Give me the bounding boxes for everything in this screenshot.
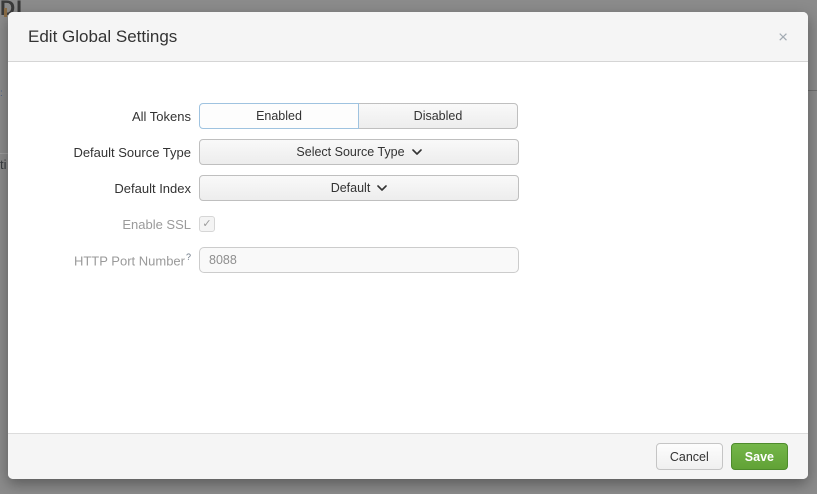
enable-ssl-label: Enable SSL (8, 217, 199, 232)
all-tokens-enabled-button[interactable]: Enabled (199, 103, 359, 129)
default-index-value: Default (331, 181, 371, 195)
chevron-down-icon (377, 185, 387, 191)
enable-ssl-checkbox: ✓ (199, 216, 215, 232)
modal-title: Edit Global Settings (28, 27, 177, 47)
modal-body: All Tokens Enabled Disabled Default Sour… (8, 62, 808, 273)
save-button[interactable]: Save (731, 443, 788, 470)
all-tokens-toggle: Enabled Disabled (199, 103, 518, 129)
default-index-row: Default Index Default (8, 175, 808, 201)
modal-footer: Cancel Save (8, 433, 808, 479)
all-tokens-row: All Tokens Enabled Disabled (8, 103, 808, 129)
http-port-row: HTTP Port Number? (8, 247, 808, 273)
help-superscript: ? (186, 252, 191, 262)
default-index-dropdown[interactable]: Default (199, 175, 519, 201)
enable-ssl-row: Enable SSL ✓ (8, 211, 808, 237)
checkbox-check-icon: ✓ (202, 218, 211, 230)
close-icon[interactable]: × (774, 24, 792, 49)
http-port-label-text: HTTP Port Number (74, 253, 185, 268)
default-index-label: Default Index (8, 181, 199, 196)
all-tokens-disabled-button[interactable]: Disabled (358, 103, 518, 129)
default-source-type-row: Default Source Type Select Source Type (8, 139, 808, 165)
cancel-button[interactable]: Cancel (656, 443, 723, 470)
default-source-type-label: Default Source Type (8, 145, 199, 160)
edit-global-settings-modal: Edit Global Settings × All Tokens Enable… (8, 12, 808, 479)
modal-header: Edit Global Settings × (8, 12, 808, 62)
dimmed-divider-right (808, 90, 817, 91)
default-source-type-value: Select Source Type (296, 145, 404, 159)
http-port-input (199, 247, 519, 273)
chevron-down-icon (412, 149, 422, 155)
dimmed-rowtext-fragment: ti (0, 157, 7, 172)
dimmed-orange-fragment (4, 8, 7, 17)
all-tokens-label: All Tokens (8, 109, 199, 124)
http-port-label: HTTP Port Number? (8, 252, 199, 268)
default-source-type-dropdown[interactable]: Select Source Type (199, 139, 519, 165)
